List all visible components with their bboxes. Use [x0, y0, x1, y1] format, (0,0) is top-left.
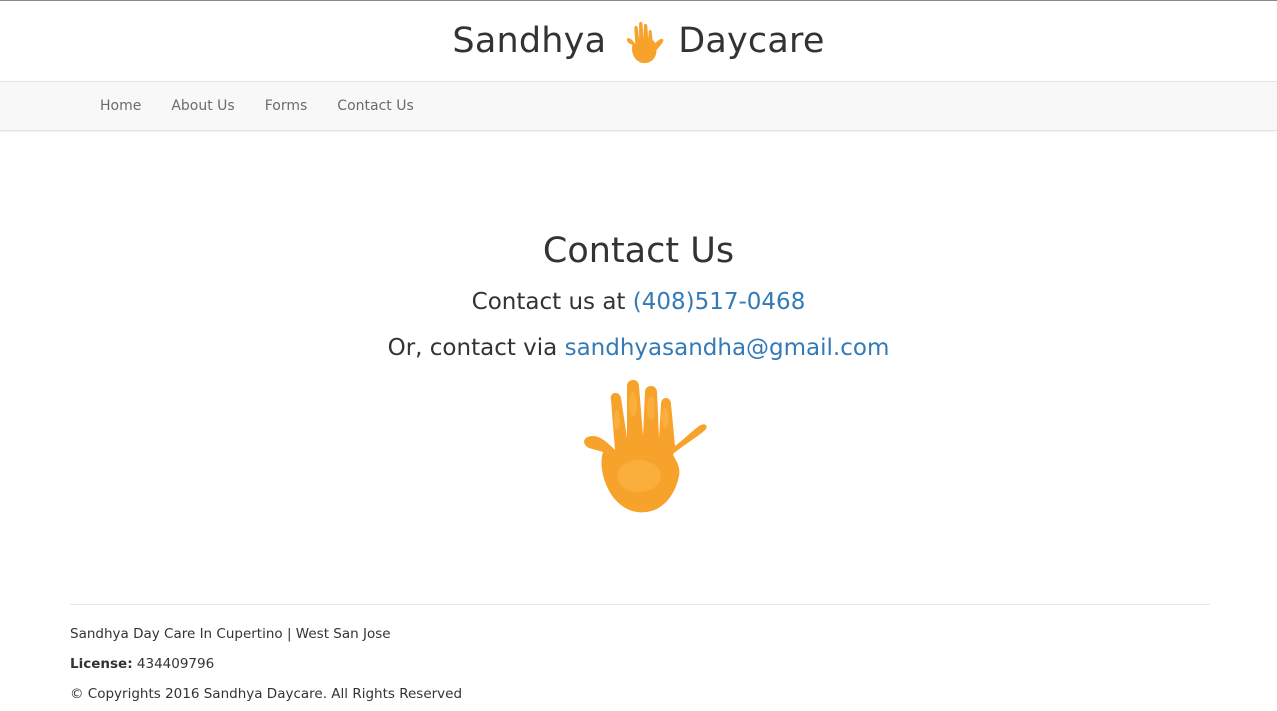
nav-item-home[interactable]: Home — [85, 82, 156, 130]
email-prefix: Or, contact via — [387, 335, 565, 361]
contact-email-line: Or, contact via sandhyasandha@gmail.com — [0, 335, 1277, 361]
email-link[interactable]: sandhyasandha@gmail.com — [565, 335, 890, 361]
site-header: Sandhya Daycare — [0, 1, 1277, 81]
footer-copyright: © Copyrights 2016 Sandhya Daycare. All R… — [70, 686, 463, 702]
handprint-image — [584, 380, 707, 513]
nav-item-contact-us[interactable]: Contact Us — [322, 82, 428, 130]
footer-license: License: 434409796 — [70, 656, 214, 672]
phone-link[interactable]: (408)517-0468 — [633, 289, 806, 315]
license-number: 434409796 — [136, 656, 215, 672]
brand-name-right[interactable]: Daycare — [678, 21, 824, 61]
footer-location: Sandhya Day Care In Cupertino | West San… — [70, 626, 391, 642]
license-label: License: — [70, 656, 133, 672]
phone-prefix: Contact us at — [471, 289, 633, 315]
footer-divider — [70, 604, 1210, 605]
nav-list: Home About Us Forms Contact Us — [85, 82, 429, 130]
main-navbar: Home About Us Forms Contact Us — [0, 81, 1277, 131]
handprint-logo-icon[interactable] — [618, 17, 666, 65]
nav-item-about-us[interactable]: About Us — [156, 82, 249, 130]
page-title: Contact Us — [542, 231, 735, 271]
contact-phone-line: Contact us at (408)517-0468 — [0, 289, 1277, 315]
nav-item-forms[interactable]: Forms — [250, 82, 323, 130]
brand-name-left[interactable]: Sandhya — [452, 21, 606, 61]
